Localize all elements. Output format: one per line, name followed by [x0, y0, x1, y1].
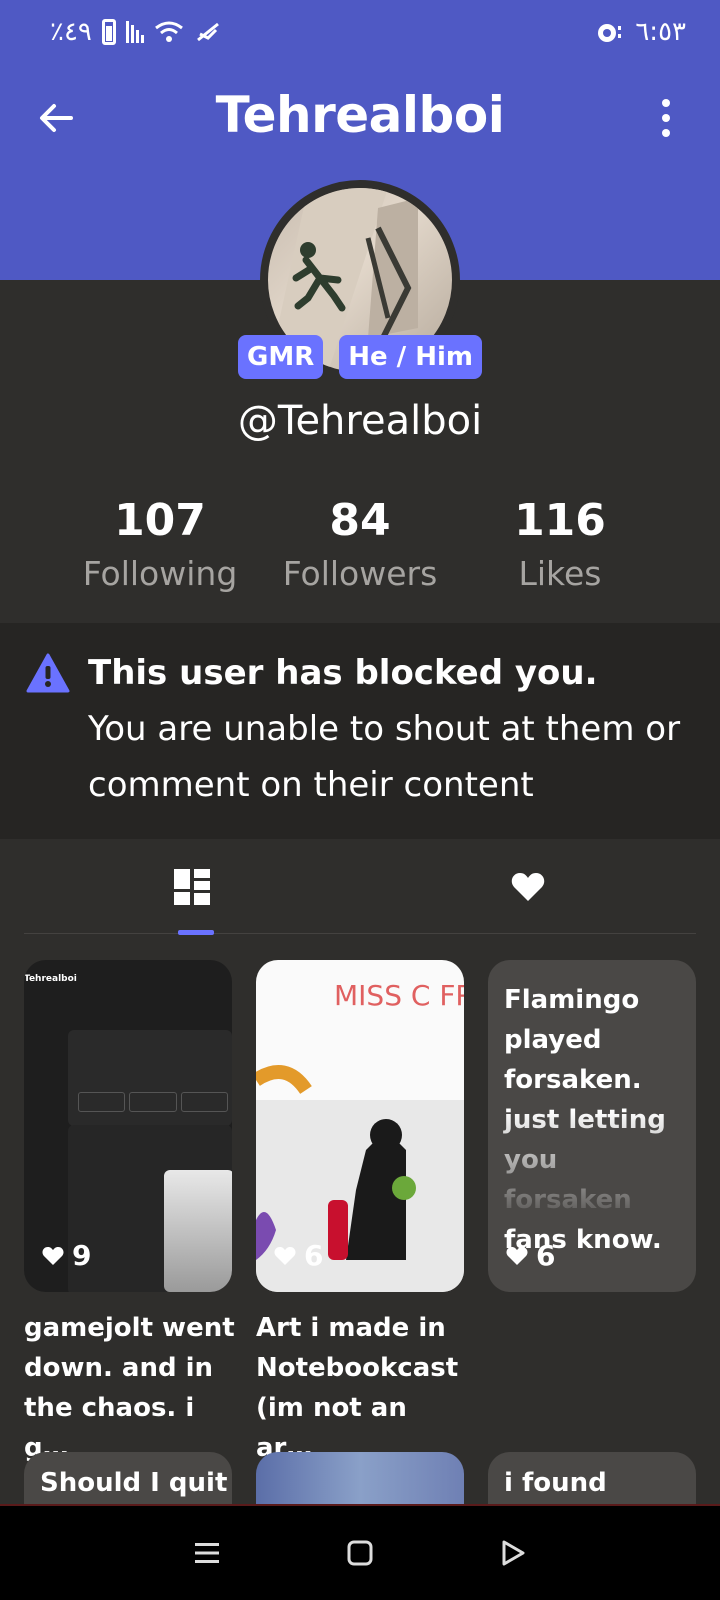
more-vertical-icon [662, 99, 670, 107]
stat-following[interactable]: 107 Following [60, 495, 260, 593]
status-right: ٦:٥٣ [595, 17, 686, 47]
stat-count: 116 [514, 495, 606, 546]
tab-indicator [178, 930, 214, 935]
tab-liked[interactable] [360, 840, 696, 934]
menu-icon [194, 1543, 219, 1563]
notice-title: This user has blocked you. [88, 653, 598, 693]
clock: ٦:٥٣ [635, 17, 686, 47]
post-caption[interactable]: gamejolt went down. and in the chaos. i … [24, 1308, 238, 1468]
post-card[interactable]: Tehrealboi 9 [24, 960, 232, 1292]
text-fade [488, 1110, 696, 1220]
notice-body: You are unable to shout at them or comme… [88, 709, 681, 805]
signal-icon [125, 21, 144, 43]
stat-label: Followers [282, 554, 438, 593]
heart-icon [506, 1246, 528, 1265]
post-text: Should I quit [40, 1468, 228, 1498]
thumb-tabs [78, 1092, 228, 1112]
heart-icon [42, 1246, 64, 1265]
warning-icon [26, 653, 70, 693]
post-likes: 6 [506, 1239, 555, 1272]
stat-label: Following [82, 554, 238, 593]
thumb-text: MISS C FREE [334, 979, 464, 1012]
stats: 107 Following 84 Followers 116 Likes [60, 495, 660, 593]
like-count: 6 [536, 1239, 556, 1272]
like-count: 6 [304, 1239, 324, 1272]
status-bar: ٪٤٩ ٦:٥٣ [0, 0, 720, 64]
status-left: ٪٤٩ [50, 17, 222, 47]
back-nav-button[interactable] [483, 1523, 543, 1583]
battery-icon [101, 19, 116, 45]
post-likes: 9 [42, 1239, 91, 1272]
heart-icon [274, 1246, 296, 1265]
system-nav-bar [0, 1504, 720, 1600]
square-icon [347, 1540, 373, 1566]
badge-pronouns: He / Him [339, 335, 482, 379]
user-handle: @Tehrealboi [237, 398, 483, 444]
post-card[interactable] [256, 1452, 464, 1512]
post-card[interactable]: MISS C FREE 6 [256, 960, 464, 1292]
post-card[interactable]: Should I quit [24, 1452, 232, 1512]
stat-label: Likes [518, 554, 602, 593]
badges: GMR He / Him [0, 335, 720, 379]
post-card[interactable]: Flamingo played forsaken. just letting y… [488, 960, 696, 1292]
heart-icon [511, 873, 545, 901]
home-button[interactable] [330, 1523, 390, 1583]
stat-count: 84 [329, 495, 391, 546]
triangle-icon [502, 1540, 525, 1566]
alarm-icon [598, 24, 622, 42]
thumb-image [164, 1170, 232, 1292]
content-tabs [24, 840, 696, 935]
recents-button[interactable] [177, 1523, 237, 1583]
battery-percent: ٪٤٩ [50, 17, 92, 47]
arrow-left-icon [40, 104, 73, 132]
post-text: i found [504, 1468, 607, 1498]
stat-count: 107 [114, 495, 206, 546]
badge-gmr: GMR [238, 335, 324, 379]
more-options-button[interactable] [640, 92, 692, 144]
location-off-icon [196, 22, 219, 42]
post-likes: 6 [274, 1239, 323, 1272]
thumb-title: Tehrealboi [24, 974, 77, 984]
tab-posts[interactable] [24, 840, 360, 935]
post-caption[interactable]: Art i made in Notebookcast (im not an ar… [256, 1308, 470, 1468]
wifi-icon [154, 21, 183, 42]
grid-icon [174, 869, 210, 905]
page-title: Tehrealboi [215, 86, 505, 144]
stat-followers[interactable]: 84 Followers [260, 495, 460, 593]
blocked-notice: This user has blocked you. You are unabl… [0, 623, 720, 839]
like-count: 9 [72, 1239, 92, 1272]
post-card[interactable]: i found [488, 1452, 696, 1512]
back-button[interactable] [30, 92, 82, 144]
stat-likes[interactable]: 116 Likes [460, 495, 660, 593]
